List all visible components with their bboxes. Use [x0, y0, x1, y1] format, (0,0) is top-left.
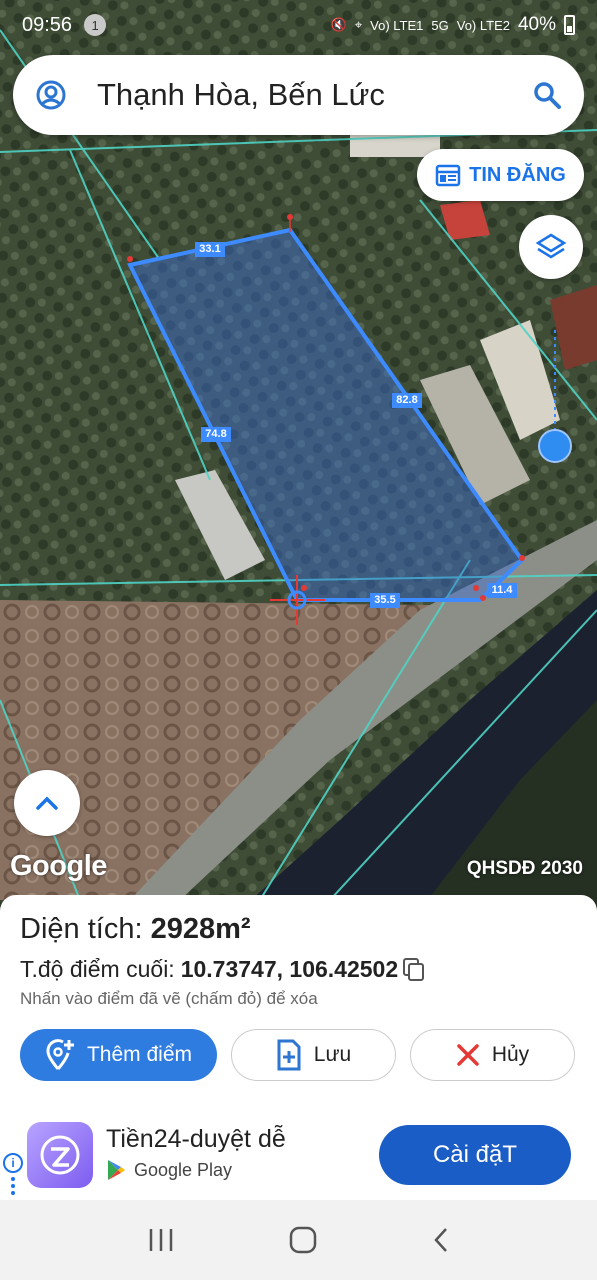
coord-label: T.độ điểm cuối: — [20, 956, 175, 982]
map-view[interactable]: 33.1 82.8 74.8 35.5 11.4 09:56 1 🔇 ⌖ Vo)… — [0, 0, 597, 910]
edge-label-top: 33.1 — [199, 243, 221, 255]
account-icon[interactable] — [35, 79, 67, 111]
home-icon[interactable] — [288, 1225, 318, 1255]
layers-icon — [535, 233, 567, 259]
add-point-button[interactable]: Thêm điểm — [20, 1029, 217, 1081]
navigation-bar — [0, 1200, 597, 1280]
network-lte2: Vo) LTE2 — [456, 17, 510, 33]
recent-apps-icon[interactable] — [147, 1227, 175, 1253]
edge-label-bottom: 35.5 — [374, 594, 396, 606]
ad-menu-icon[interactable] — [11, 1177, 15, 1198]
measure-panel: Diện tích: 2928m² T.độ điểm cuối: 10.737… — [0, 895, 597, 1117]
copy-icon[interactable] — [402, 957, 426, 983]
layers-button[interactable] — [519, 215, 583, 279]
edge-label-right: 82.8 — [396, 394, 418, 406]
search-icon[interactable] — [532, 80, 562, 110]
ad-store-label: Google Play — [134, 1159, 233, 1180]
map-layer-label: QHSDĐ 2030 — [466, 858, 583, 879]
save-label: Lưu — [313, 1043, 352, 1066]
chevron-up-icon — [36, 796, 58, 810]
edge-label-left: 74.8 — [205, 428, 227, 440]
ad-store: Google Play — [106, 1159, 232, 1181]
battery-level: 40% — [517, 14, 556, 35]
ad-app-logo[interactable] — [27, 1122, 93, 1188]
google-play-icon — [108, 1160, 125, 1180]
save-button[interactable]: Lưu — [231, 1029, 396, 1081]
edge-label-short: 11.4 — [491, 584, 513, 596]
listing-icon — [435, 164, 461, 187]
cancel-label: Hủy — [491, 1043, 530, 1066]
app-logo-icon — [40, 1135, 80, 1175]
search-location-text[interactable]: Thạnh Hòa, Bến Lức — [97, 77, 532, 113]
add-location-icon — [46, 1039, 74, 1070]
hint-text: Nhấn vào điểm đã vẽ (chấm đỏ) để xóa — [20, 989, 318, 1008]
ad-app-name[interactable]: Tiền24-duyệt dễ — [106, 1125, 286, 1154]
coord-value: 10.73747, 106.42502 — [180, 956, 399, 982]
status-bar: 09:56 1 🔇 ⌖ Vo) LTE1 5G Vo) LTE2 40% — [0, 0, 597, 50]
notification-badge: 1 — [84, 14, 107, 36]
tin-dang-button[interactable]: TIN ĐĂNG — [417, 149, 584, 201]
google-watermark: Google — [10, 850, 107, 882]
ad-banner[interactable]: i Tiền24-duyệt dễ Google Play Cài đặT — [0, 1117, 597, 1200]
battery-icon — [564, 15, 575, 35]
save-file-icon — [277, 1039, 301, 1071]
add-point-label: Thêm điểm — [86, 1043, 193, 1066]
location-icon: ⌖ — [354, 17, 363, 32]
search-bar[interactable]: Thạnh Hòa, Bến Lức — [13, 55, 584, 135]
status-time: 09:56 — [22, 13, 73, 36]
back-icon[interactable] — [431, 1226, 451, 1254]
area-line: Diện tích: 2928m² — [20, 913, 577, 946]
mute-icon: 🔇 — [330, 17, 347, 32]
coord-line: T.độ điểm cuối: 10.73747, 106.42502 — [20, 956, 577, 983]
ad-install-button[interactable]: Cài đặT — [379, 1125, 571, 1185]
network-5g: 5G — [431, 17, 449, 33]
expand-up-button[interactable] — [14, 770, 80, 836]
network-lte1: Vo) LTE1 — [370, 17, 424, 33]
close-icon — [457, 1044, 479, 1066]
area-value: 2928m² — [150, 913, 251, 945]
area-label: Diện tích: — [20, 913, 143, 945]
cancel-button[interactable]: Hủy — [410, 1029, 575, 1081]
ad-info-icon[interactable]: i — [3, 1153, 23, 1173]
tin-dang-label: TIN ĐĂNG — [469, 163, 566, 186]
